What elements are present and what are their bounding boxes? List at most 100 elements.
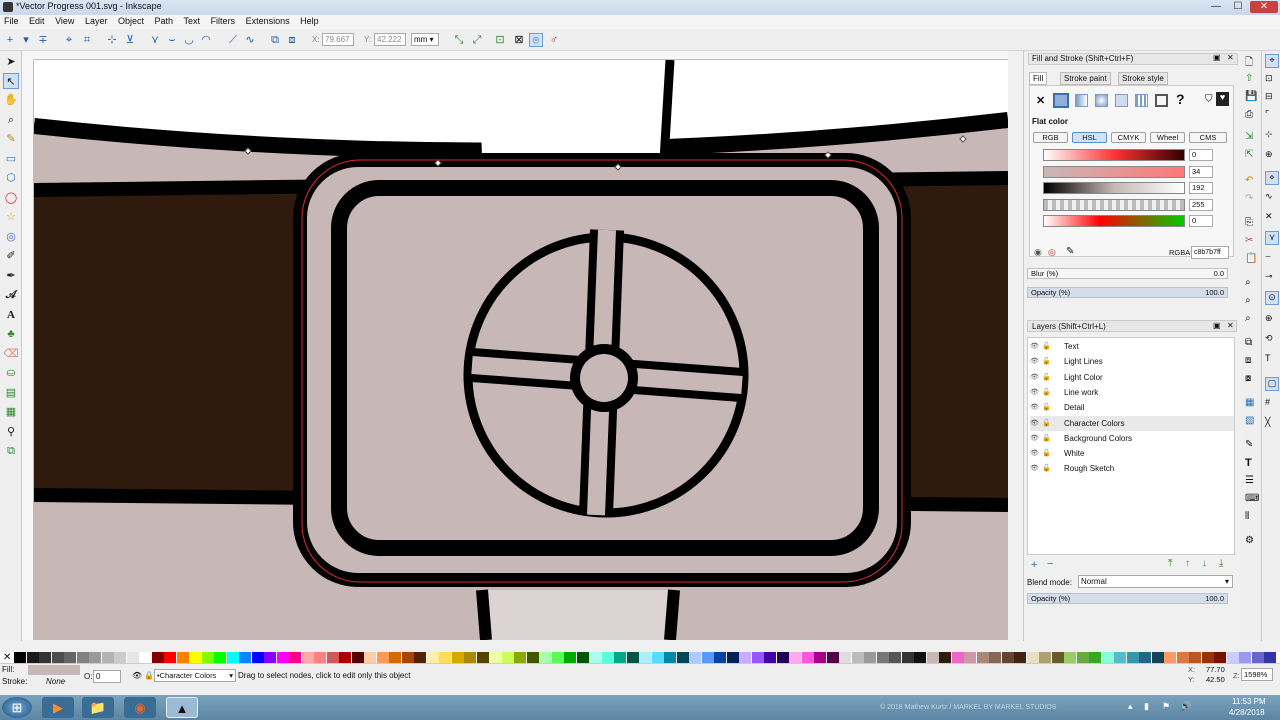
- snap-bbox-center-icon[interactable]: ⊕: [1265, 149, 1273, 160]
- palette-swatch[interactable]: [576, 652, 589, 663]
- palette-swatch[interactable]: [614, 652, 626, 663]
- layer-visibility-icon[interactable]: 👁: [132, 671, 142, 680]
- layer-name[interactable]: Background Colors: [1064, 431, 1132, 446]
- mesh-tool-icon[interactable]: ▦: [3, 404, 19, 420]
- mesh-gradient-icon[interactable]: [1115, 94, 1128, 107]
- mode-cms-button[interactable]: CMS: [1189, 132, 1227, 143]
- palette-swatch[interactable]: [414, 652, 426, 663]
- raise-layer-icon[interactable]: ↑: [1185, 558, 1190, 569]
- selector-tool-icon[interactable]: ➤: [3, 54, 19, 70]
- mode-wheel-button[interactable]: Wheel: [1150, 132, 1185, 143]
- tray-arrow-icon[interactable]: ▴: [1128, 701, 1133, 712]
- ellipse-tool-icon[interactable]: ◯: [3, 190, 19, 206]
- dropper-tool-icon[interactable]: ⚲: [3, 424, 19, 440]
- layer-row[interactable]: 👁 🔓 Light Color: [1030, 370, 1234, 385]
- unset-paint-icon[interactable]: ?: [1176, 91, 1185, 107]
- layers-dialog-icon[interactable]: ☰: [1245, 475, 1254, 486]
- layer-row[interactable]: 👁 🔓 Light Lines: [1030, 354, 1234, 369]
- import-icon[interactable]: ⇲: [1245, 131, 1253, 142]
- palette-swatch[interactable]: [1189, 652, 1201, 663]
- snap-toggle-icon[interactable]: ⌖: [1265, 54, 1279, 68]
- mode-hsl-button[interactable]: HSL: [1072, 132, 1107, 143]
- star-tool-icon[interactable]: ☆: [3, 209, 19, 225]
- palette-swatch[interactable]: [26, 652, 39, 663]
- palette-swatch[interactable]: [639, 652, 651, 663]
- layer-lock-icon[interactable]: 🔓: [1042, 416, 1052, 431]
- show-transform-handles-icon[interactable]: ⤡: [452, 33, 466, 47]
- palette-swatch[interactable]: [1026, 652, 1039, 663]
- palette-swatch[interactable]: [189, 652, 201, 663]
- palette-swatch[interactable]: [501, 652, 514, 663]
- palette-swatch[interactable]: [914, 652, 926, 663]
- tray-network-icon[interactable]: ▮: [1144, 701, 1149, 712]
- pattern-icon[interactable]: [1135, 94, 1148, 107]
- palette-swatch[interactable]: [339, 652, 351, 663]
- palette-swatch[interactable]: [739, 652, 751, 663]
- layer-visibility-icon[interactable]: 👁: [1030, 431, 1040, 446]
- layer-lock-icon[interactable]: 🔓: [1042, 431, 1052, 446]
- calligraphy-tool-icon[interactable]: 𝒜: [3, 287, 19, 303]
- snap-centers-icon[interactable]: ⊕: [1265, 313, 1273, 324]
- palette-swatch[interactable]: [64, 652, 76, 663]
- snap-line-midpoints-icon[interactable]: ⊸: [1265, 271, 1273, 282]
- unlink-clone-icon[interactable]: ⧇: [1245, 373, 1251, 384]
- copy-icon[interactable]: ⎘: [1245, 217, 1253, 228]
- palette-swatch[interactable]: [689, 652, 701, 663]
- palette-swatch[interactable]: [901, 652, 914, 663]
- palette-swatch[interactable]: [151, 652, 164, 663]
- zoom-page-icon[interactable]: ⌕: [1245, 313, 1251, 324]
- duplicate-icon[interactable]: ⧉: [1245, 337, 1252, 348]
- palette-swatch[interactable]: [76, 652, 89, 663]
- blur-slider[interactable]: Blur (%) 0.0: [1027, 268, 1228, 279]
- clock-time[interactable]: 11:53 PM: [1232, 697, 1266, 706]
- palette-swatch[interactable]: [1239, 652, 1251, 663]
- preferences-icon[interactable]: ⚙: [1245, 535, 1254, 546]
- palette-swatch[interactable]: [514, 652, 526, 663]
- palette-swatch[interactable]: [201, 652, 214, 663]
- extra-channel-slider[interactable]: [1043, 215, 1185, 227]
- palette-swatch[interactable]: [1139, 652, 1151, 663]
- zoom-selection-icon[interactable]: ⌕: [1245, 277, 1251, 288]
- new-document-icon[interactable]: 🗋: [1245, 55, 1253, 72]
- layer-visibility-icon[interactable]: 👁: [1030, 339, 1040, 354]
- show-bezier-handles-icon[interactable]: ⊠: [512, 33, 526, 47]
- palette-swatch[interactable]: [1151, 652, 1164, 663]
- minimize-button[interactable]: —: [1206, 1, 1226, 13]
- layers-close-icon[interactable]: ✕: [1227, 321, 1234, 330]
- palette-swatch[interactable]: [876, 652, 889, 663]
- palette-swatch[interactable]: [1089, 652, 1101, 663]
- palette-swatch[interactable]: [251, 652, 264, 663]
- menu-extensions[interactable]: Extensions: [242, 15, 294, 27]
- snap-paths-icon[interactable]: ∿: [1265, 191, 1273, 202]
- layer-visibility-icon[interactable]: 👁: [1030, 354, 1040, 369]
- lower-layer-icon[interactable]: ↓: [1202, 558, 1207, 569]
- canvas-vertical-scrollbar[interactable]: [1008, 60, 1018, 640]
- palette-swatch[interactable]: [589, 652, 601, 663]
- layer-row[interactable]: 👁 🔓 White: [1030, 446, 1234, 461]
- palette-swatch[interactable]: [676, 652, 689, 663]
- snap-rotation-center-icon[interactable]: ⟲: [1265, 333, 1273, 344]
- palette-swatch[interactable]: [264, 652, 276, 663]
- palette-swatch[interactable]: [451, 652, 464, 663]
- layer-lock-icon[interactable]: 🔓: [1042, 400, 1052, 415]
- paint-bucket-tool-icon[interactable]: ⛀: [3, 365, 19, 381]
- opacity-field[interactable]: 0: [93, 670, 121, 683]
- palette-swatch[interactable]: [401, 652, 414, 663]
- palette-swatch[interactable]: [1201, 652, 1214, 663]
- palette-swatch[interactable]: [776, 652, 789, 663]
- palette-swatch[interactable]: [114, 652, 126, 663]
- delete-node-icon[interactable]: ∓: [36, 33, 50, 47]
- snap-page-border-icon[interactable]: ▢: [1265, 377, 1279, 391]
- show-path-outline-icon[interactable]: ⌾: [529, 33, 543, 47]
- layer-row[interactable]: 👁 🔓 Background Colors: [1030, 431, 1234, 446]
- spiral-tool-icon[interactable]: ◎: [3, 229, 19, 245]
- palette-swatch[interactable]: [839, 652, 851, 663]
- palette-swatch[interactable]: [1076, 652, 1089, 663]
- palette-swatch[interactable]: [976, 652, 989, 663]
- palette-swatch[interactable]: [439, 652, 451, 663]
- palette-swatch[interactable]: [989, 652, 1001, 663]
- maximize-button[interactable]: ☐: [1228, 1, 1248, 13]
- palette-swatch[interactable]: [1101, 652, 1114, 663]
- palette-swatch[interactable]: [14, 652, 26, 663]
- rgba-field[interactable]: c8b7b7ff: [1191, 246, 1229, 259]
